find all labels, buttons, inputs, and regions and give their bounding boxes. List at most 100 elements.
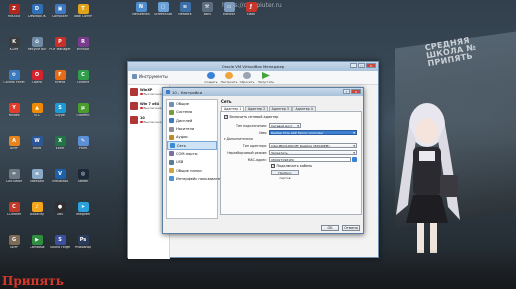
desktop-icon[interactable]: Y Yandex	[3, 103, 25, 125]
settings-category-item[interactable]: Носители	[167, 125, 217, 133]
desktop-icon[interactable]: W Word	[26, 136, 48, 158]
desktop-icon-label: Flash	[246, 13, 256, 16]
dialog-titlebar[interactable]: 10 - Настройки ? ✕	[163, 88, 363, 96]
attachment-type-select[interactable]: Сетевой мост	[269, 123, 301, 128]
desktop-icon[interactable]: O Opera	[26, 70, 48, 92]
desktop-icon[interactable]: ♻ Recycle Bin	[26, 37, 48, 59]
cable-connected-row[interactable]: ✓ Подключить кабель	[271, 164, 312, 168]
desktop-icon[interactable]: C Chrome	[72, 70, 94, 92]
desktop-icon[interactable]: ◎ Steam	[72, 169, 94, 191]
enable-adapter-row[interactable]: ✓ Включить сетевой адаптер	[224, 115, 278, 119]
desktop-icon[interactable]: ≡ Notepad	[26, 169, 48, 191]
settings-category-item[interactable]: Общие папки	[167, 166, 217, 174]
ok-button[interactable]: OK	[321, 225, 339, 231]
settings-category-item[interactable]: Дисплей	[167, 117, 217, 125]
desktop-icon[interactable]: ƒ Flash	[240, 2, 262, 24]
settings-category-item[interactable]: Аудио	[167, 133, 217, 141]
desktop-icon[interactable]: ▣ Computer	[49, 4, 71, 26]
app-icon: ●	[54, 202, 66, 212]
dialog-close-button[interactable]: ✕	[351, 89, 361, 94]
desktop-icon[interactable]: N NetSetMan	[130, 2, 152, 24]
desktop-icon-label: Telegram	[75, 213, 91, 216]
settings-category-item[interactable]: Система	[167, 108, 217, 116]
desktop-icon[interactable]: X Excel	[49, 136, 71, 158]
cable-connected-checkbox[interactable]: ✓	[271, 164, 275, 168]
desktop-icon[interactable]: C CCleaner	[3, 202, 25, 224]
desktop-icon[interactable]: S Sound Forge	[49, 235, 71, 257]
desktop-icon-label: FileZilla	[7, 15, 21, 18]
category-label: Система	[176, 110, 193, 115]
enable-adapter-checkbox[interactable]: ✓	[224, 115, 228, 119]
tools-button[interactable]: Инструменты	[132, 74, 168, 79]
cancel-button[interactable]: Отмена	[342, 225, 360, 231]
desktop-icon[interactable]: Ps Photoshop	[72, 235, 94, 257]
desktop-icon[interactable]: ⚒ Tools	[196, 2, 218, 24]
desktop-icon[interactable]: K K-Lite	[3, 37, 25, 59]
desktop-icon[interactable]: T Total Comm	[72, 4, 94, 26]
category-label: Сеть	[177, 143, 186, 148]
start-vm-button[interactable]: Запустить	[258, 72, 274, 84]
desktop-icon-label: uTorrent	[76, 114, 90, 117]
manager-toolbar: Инструменты Создать Настроить Сбросить З…	[128, 71, 378, 85]
settings-category-item[interactable]: Общие	[167, 100, 217, 108]
desktop-icon[interactable]: ▭ Monitor	[218, 2, 240, 24]
category-icon	[169, 151, 174, 157]
advanced-label: Дополнительно	[226, 137, 253, 141]
dialog-title: 10 - Настройки	[172, 89, 203, 95]
start-arrow-icon	[262, 72, 270, 79]
desktop-icon-label: Yandex	[8, 114, 20, 117]
desktop-icon[interactable]: ✎ Paint	[72, 136, 94, 158]
desktop-icon[interactable]: Z FileZilla	[3, 4, 25, 26]
vm-text: 10 Выключена	[140, 116, 162, 124]
powered-off-icon	[140, 120, 143, 124]
desktop-icon[interactable]: = Calculator	[3, 169, 25, 191]
mac-address-row: MAC-адрес: 0800270981E0	[221, 157, 357, 162]
settings-category-item[interactable]: USB	[167, 158, 217, 166]
desktop-icon-label: Chrome	[76, 81, 90, 84]
section-title: Сеть	[221, 99, 232, 104]
desktop-icon-label: Excel	[55, 147, 65, 150]
adapter-name-select[interactable]: Realtek PCIe GbE Family Controller	[269, 130, 357, 135]
discard-vm-button[interactable]: Сбросить	[239, 72, 255, 84]
maximize-button[interactable]: □	[358, 63, 365, 68]
desktop-icon[interactable]: ➤ Telegram	[72, 202, 94, 224]
desktop-icon-label: Calculator	[5, 180, 23, 183]
settings-category-item[interactable]: Сеть	[167, 141, 217, 150]
app-icon: S	[54, 103, 66, 113]
desktop-icon[interactable]: ≋ Network	[174, 2, 196, 24]
desktop-icon[interactable]: ● OBS	[49, 202, 71, 224]
desktop-icon[interactable]: μ uTorrent	[72, 103, 94, 125]
app-icon: X	[54, 136, 66, 146]
desktop-icon[interactable]: R WinRAR	[72, 37, 94, 59]
settings-category-item[interactable]: Интерфейс пользователя	[167, 175, 225, 183]
desktop-icon[interactable]: A AIMP	[3, 136, 25, 158]
new-vm-button[interactable]: Создать	[203, 72, 219, 84]
mac-address-input[interactable]: 0800270981E0	[269, 157, 351, 162]
desktop-icon[interactable]: G GIMP	[3, 235, 25, 257]
port-forwarding-button[interactable]: Проброс портов	[271, 170, 299, 180]
adapter-type-select[interactable]: Intel PRO/1000 MT Desktop (82540EM)	[269, 143, 357, 148]
promiscuous-mode-select[interactable]: Запретить	[269, 150, 357, 155]
settings-vm-button[interactable]: Настроить	[221, 72, 237, 84]
desktop-icon[interactable]: V VirtualBox	[49, 169, 71, 191]
category-label: Носители	[176, 127, 195, 132]
close-button[interactable]: ✕	[366, 63, 376, 68]
settings-category-item[interactable]: COM-порты	[167, 150, 217, 158]
desktop-icon[interactable]: F Firefox	[49, 70, 71, 92]
desktop-icon[interactable]: P PDF Manager	[49, 37, 71, 59]
manager-titlebar[interactable]: Oracle VM VirtualBox Менеджер _ □ ✕	[128, 62, 378, 71]
desktop-icon[interactable]: D DesktopOK	[26, 4, 48, 26]
desktop-icon[interactable]: ♪ Audacity	[26, 202, 48, 224]
desktop-icon[interactable]: ▲ VLC	[26, 103, 48, 125]
desktop-icon[interactable]: ▢ Screenshot	[152, 2, 174, 24]
advanced-toggle[interactable]: ▾ Дополнительно	[224, 137, 253, 141]
desktop-icon[interactable]: S Skype	[49, 103, 71, 125]
desktop-icon[interactable]: ⚙ Control Panel	[3, 70, 25, 92]
minimize-button[interactable]: _	[350, 63, 357, 68]
category-label: Общие папки	[176, 168, 202, 173]
refresh-mac-icon[interactable]	[352, 157, 357, 162]
dialog-help-button[interactable]: ?	[343, 89, 350, 94]
desktop-icon[interactable]: ▶ Camtasia	[26, 235, 48, 257]
manager-title: Oracle VM VirtualBox Менеджер	[221, 64, 285, 69]
video-caption: Припять	[2, 274, 64, 288]
